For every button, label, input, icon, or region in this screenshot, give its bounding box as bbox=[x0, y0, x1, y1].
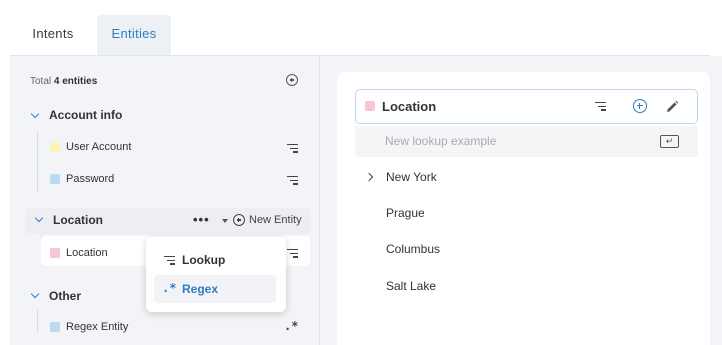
entity-color-swatch bbox=[50, 142, 60, 152]
regex-icon: .* bbox=[162, 281, 177, 295]
entity-title[interactable]: Location bbox=[382, 99, 436, 114]
entity-total-prefix: Total bbox=[30, 76, 52, 87]
menu-item-lookup[interactable]: Lookup bbox=[154, 246, 276, 274]
lookup-lines-icon bbox=[287, 176, 298, 185]
add-entity-icon[interactable] bbox=[286, 74, 298, 86]
lookup-lines-icon bbox=[287, 249, 298, 258]
regex-icon: .* bbox=[284, 319, 299, 333]
entity-color-swatch bbox=[50, 322, 60, 332]
edit-pencil-icon[interactable] bbox=[665, 100, 679, 114]
caret-down-icon[interactable] bbox=[222, 219, 228, 223]
sidebar-item-location[interactable]: Location bbox=[66, 247, 108, 259]
lookup-lines-icon bbox=[287, 144, 298, 153]
add-value-icon[interactable] bbox=[633, 99, 647, 113]
group-title-other[interactable]: Other bbox=[49, 289, 81, 303]
lookup-lines-icon bbox=[164, 256, 175, 265]
tree-line bbox=[37, 310, 38, 332]
tab-entities[interactable]: Entities bbox=[97, 15, 171, 56]
tab-intents[interactable]: Intents bbox=[10, 13, 96, 55]
entity-total-count: 4 entities bbox=[53, 76, 98, 87]
entity-color-swatch bbox=[50, 248, 60, 258]
chevron-down-icon[interactable] bbox=[30, 289, 40, 299]
new-entity-type-menu: Lookup .* Regex bbox=[146, 237, 286, 312]
entity-color-swatch bbox=[50, 174, 60, 184]
group-title-account-info[interactable]: Account info bbox=[49, 108, 122, 122]
sidebar-item-regex-entity[interactable]: Regex Entity bbox=[66, 321, 128, 333]
group-title-location[interactable]: Location bbox=[53, 213, 103, 227]
sidebar-item-user-account[interactable]: User Account bbox=[66, 141, 131, 153]
entity-color-swatch bbox=[365, 101, 375, 111]
menu-item-label: Regex bbox=[182, 282, 219, 296]
menu-item-label: Lookup bbox=[182, 253, 226, 267]
menu-item-regex[interactable]: .* Regex bbox=[154, 275, 276, 303]
lookup-lines-icon[interactable] bbox=[595, 102, 606, 111]
more-options-icon[interactable]: ••• bbox=[193, 212, 210, 227]
enter-key-icon[interactable]: ↵ bbox=[660, 135, 679, 148]
lookup-value[interactable]: Salt Lake bbox=[386, 279, 436, 293]
lookup-value[interactable]: Columbus bbox=[386, 242, 440, 256]
new-lookup-row: New lookup example ↵ bbox=[355, 126, 698, 157]
sidebar-item-password[interactable]: Password bbox=[66, 173, 114, 185]
tree-line bbox=[37, 131, 38, 191]
new-lookup-input[interactable]: New lookup example bbox=[385, 134, 496, 148]
new-entity-button[interactable]: New Entity bbox=[249, 214, 302, 226]
lookup-value[interactable]: Prague bbox=[386, 206, 425, 220]
entity-total: Total 4 entities bbox=[30, 76, 97, 87]
entities-editor: Intents Entities Total 4 entities Accoun… bbox=[0, 0, 722, 345]
add-circle-icon[interactable] bbox=[233, 214, 245, 226]
lookup-value[interactable]: New York bbox=[386, 170, 437, 184]
chevron-down-icon[interactable] bbox=[30, 109, 40, 119]
